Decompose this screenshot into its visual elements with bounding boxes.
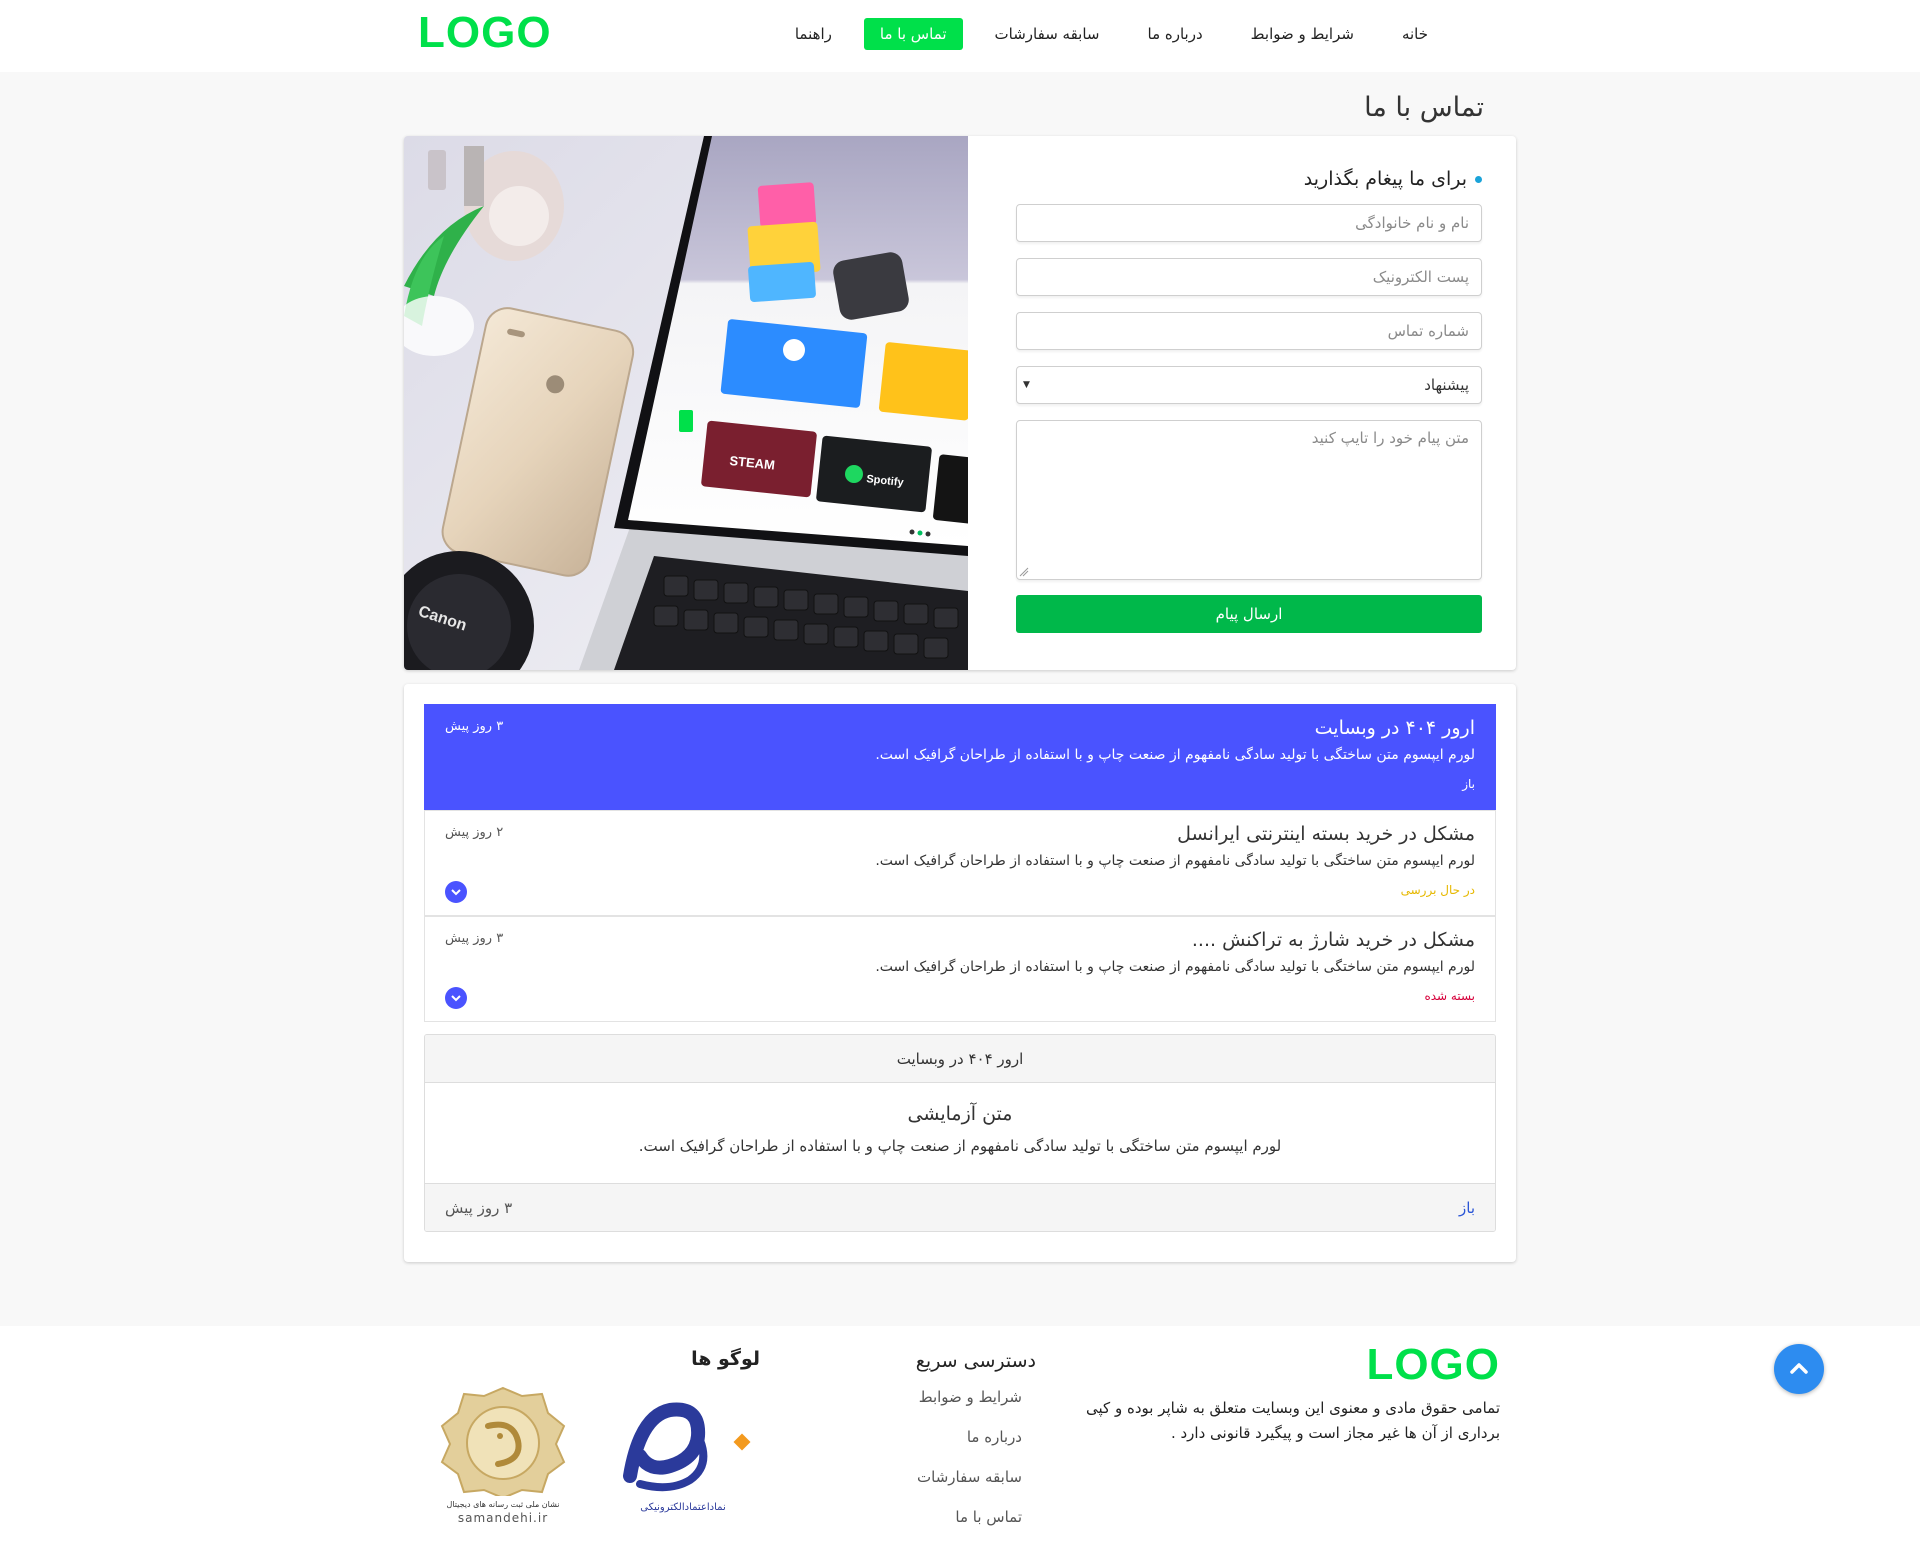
- ticket-time: ۳ روز پیش: [445, 719, 504, 734]
- tickets-card: ارور ۴۰۴ در وبسایت لورم ایپسوم متن ساختگ…: [404, 684, 1516, 1262]
- ticket-title: مشکل در خرید شارژ به تراکنش ....: [1191, 929, 1475, 951]
- ticket-title: ارور ۴۰۴ در وبسایت: [1314, 717, 1475, 739]
- chevron-down-icon[interactable]: [445, 987, 467, 1009]
- nav-item-contact[interactable]: تماس با ما: [863, 18, 963, 50]
- ticket-status: در حال بررسی: [1400, 883, 1475, 897]
- ticket-time: ۳ روز پیش: [445, 931, 504, 946]
- footer-logo[interactable]: LOGO: [1366, 1340, 1500, 1390]
- footer-link-orders[interactable]: سابقه سفارشات: [917, 1468, 1022, 1508]
- email-field[interactable]: پست الکترونیک: [1016, 258, 1482, 296]
- samandehi-badge[interactable]: نشان ملی ثبت رسانه های دیجیتال samandehi…: [438, 1386, 568, 1526]
- contact-photo: Canon STEAM Spotify: [404, 136, 968, 670]
- subject-select-value: پیشنهاد: [1424, 376, 1469, 394]
- ticket-item[interactable]: ارور ۴۰۴ در وبسایت لورم ایپسوم متن ساختگ…: [424, 704, 1496, 810]
- quick-links: شرایط و ضوابط درباره ما سابقه سفارشات تم…: [917, 1388, 1022, 1548]
- ticket-item[interactable]: مشکل در خرید شارژ به تراکنش .... لورم ای…: [424, 916, 1496, 1022]
- bullet-dot-icon: [1475, 175, 1482, 183]
- footer-link-contact[interactable]: تماس با ما: [917, 1508, 1022, 1548]
- ticket-description: لورم ایپسوم متن ساختگی با تولید سادگی نا…: [875, 747, 1475, 763]
- ticket-detail-text: لورم ایپسوم متن ساختگی با تولید سادگی نا…: [638, 1137, 1282, 1155]
- contact-card: Canon STEAM Spotify برای ما پیغام بگذاری…: [404, 136, 1516, 670]
- select-caret-icon: ▼: [1023, 380, 1030, 390]
- main-nav: خانه شرایط و ضوابط درباره ما سابقه سفارش…: [763, 18, 1444, 50]
- phone-field-placeholder: شماره تماس: [1387, 322, 1469, 340]
- resize-grip-icon[interactable]: [1019, 567, 1029, 577]
- ticket-title: مشکل در خرید بسته اینترنتی ایرانسل: [1177, 823, 1475, 845]
- ticket-detail-header: ارور ۴۰۴ در وبسایت: [425, 1035, 1495, 1083]
- ticket-status: باز: [1462, 777, 1475, 791]
- scroll-top-button[interactable]: [1774, 1344, 1824, 1394]
- form-heading-text: برای ما پیغام بگذارید: [1303, 168, 1467, 190]
- contact-form: برای ما پیغام بگذارید نام و نام خانوادگی…: [1016, 164, 1482, 633]
- enamad-badge[interactable]: نمادا‌عتمادالکترونیکی: [610, 1396, 756, 1516]
- ticket-detail-status: باز: [1459, 1199, 1475, 1217]
- ticket-description: لورم ایپسوم متن ساختگی با تولید سادگی نا…: [875, 959, 1475, 975]
- quick-links-title: دسترسی سریع: [915, 1350, 1036, 1372]
- laptop-desk-illustration: Canon STEAM Spotify: [404, 136, 968, 670]
- chevron-up-icon: [1790, 1363, 1808, 1374]
- footer-link-about[interactable]: درباره ما: [917, 1428, 1022, 1468]
- message-textarea[interactable]: متن پیام خود را تایپ کنید: [1016, 420, 1482, 580]
- enamad-caption: نمادا‌عتمادالکترونیکی: [640, 1502, 726, 1513]
- name-field-placeholder: نام و نام خانوادگی: [1355, 214, 1469, 232]
- ticket-item[interactable]: مشکل در خرید بسته اینترنتی ایرانسل لورم …: [424, 810, 1496, 916]
- ticket-detail-body: متن آزمایشی لورم ایپسوم متن ساختگی با تو…: [425, 1083, 1495, 1183]
- ticket-status: بسته شده: [1424, 989, 1475, 1003]
- ticket-description: لورم ایپسوم متن ساختگی با تولید سادگی نا…: [875, 853, 1475, 869]
- ticket-time: ۲ روز پیش: [445, 825, 504, 840]
- nav-item-terms[interactable]: شرایط و ضوابط: [1235, 18, 1370, 50]
- subject-select[interactable]: پیشنهاد ▼: [1016, 366, 1482, 404]
- nav-item-orders[interactable]: سابقه سفارشات: [979, 18, 1116, 50]
- email-field-placeholder: پست الکترونیک: [1372, 268, 1469, 286]
- nav-item-about[interactable]: درباره ما: [1132, 18, 1219, 50]
- form-heading: برای ما پیغام بگذارید: [1016, 164, 1482, 194]
- logos-title: لوگو ها: [691, 1348, 760, 1370]
- nav-item-home[interactable]: خانه: [1386, 18, 1444, 50]
- ticket-detail-title: متن آزمایشی: [907, 1103, 1013, 1125]
- site-footer: LOGO تمامی حقوق مادی و معنوی این وبسایت …: [0, 1326, 1920, 1558]
- phone-field[interactable]: شماره تماس: [1016, 312, 1482, 350]
- nav-item-help[interactable]: راهنما: [779, 18, 848, 50]
- samandehi-caption: نشان ملی ثبت رسانه های دیجیتال: [446, 1500, 560, 1509]
- site-header: LOGO خانه شرایط و ضوابط درباره ما سابقه …: [0, 0, 1920, 72]
- ticket-detail-time: ۳ روز پیش: [445, 1199, 513, 1217]
- page-title: تماس با ما: [1364, 92, 1484, 123]
- footer-link-terms[interactable]: شرایط و ضوابط: [917, 1388, 1022, 1428]
- send-message-button[interactable]: ارسال پیام: [1016, 595, 1482, 633]
- samandehi-seal-icon: [440, 1386, 566, 1500]
- name-field[interactable]: نام و نام خانوادگی: [1016, 204, 1482, 242]
- message-placeholder: متن پیام خود را تایپ کنید: [1311, 429, 1469, 447]
- header-logo[interactable]: LOGO: [418, 8, 552, 58]
- footer-about-text: تمامی حقوق مادی و معنوی این وبسایت متعلق…: [1086, 1399, 1500, 1442]
- ticket-detail-panel: ارور ۴۰۴ در وبسایت متن آزمایشی لورم ایپس…: [424, 1034, 1496, 1232]
- samandehi-url: samandehi.ir: [457, 1511, 549, 1525]
- enamad-logo-icon: [623, 1402, 751, 1492]
- ticket-detail-footer: باز ۳ روز پیش: [425, 1183, 1495, 1231]
- chevron-down-icon[interactable]: [445, 881, 467, 903]
